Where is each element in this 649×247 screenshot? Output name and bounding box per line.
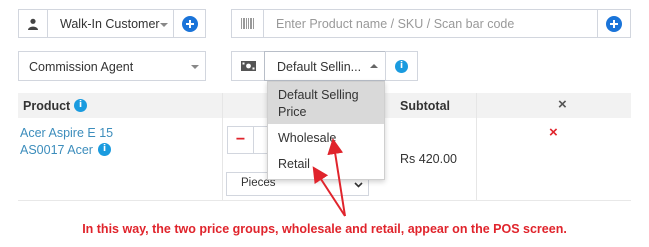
- annotation-caption: In this way, the two price groups, whole…: [82, 222, 567, 236]
- arrow-to-wholesale: [327, 138, 346, 217]
- annotation-arrows: [312, 138, 346, 217]
